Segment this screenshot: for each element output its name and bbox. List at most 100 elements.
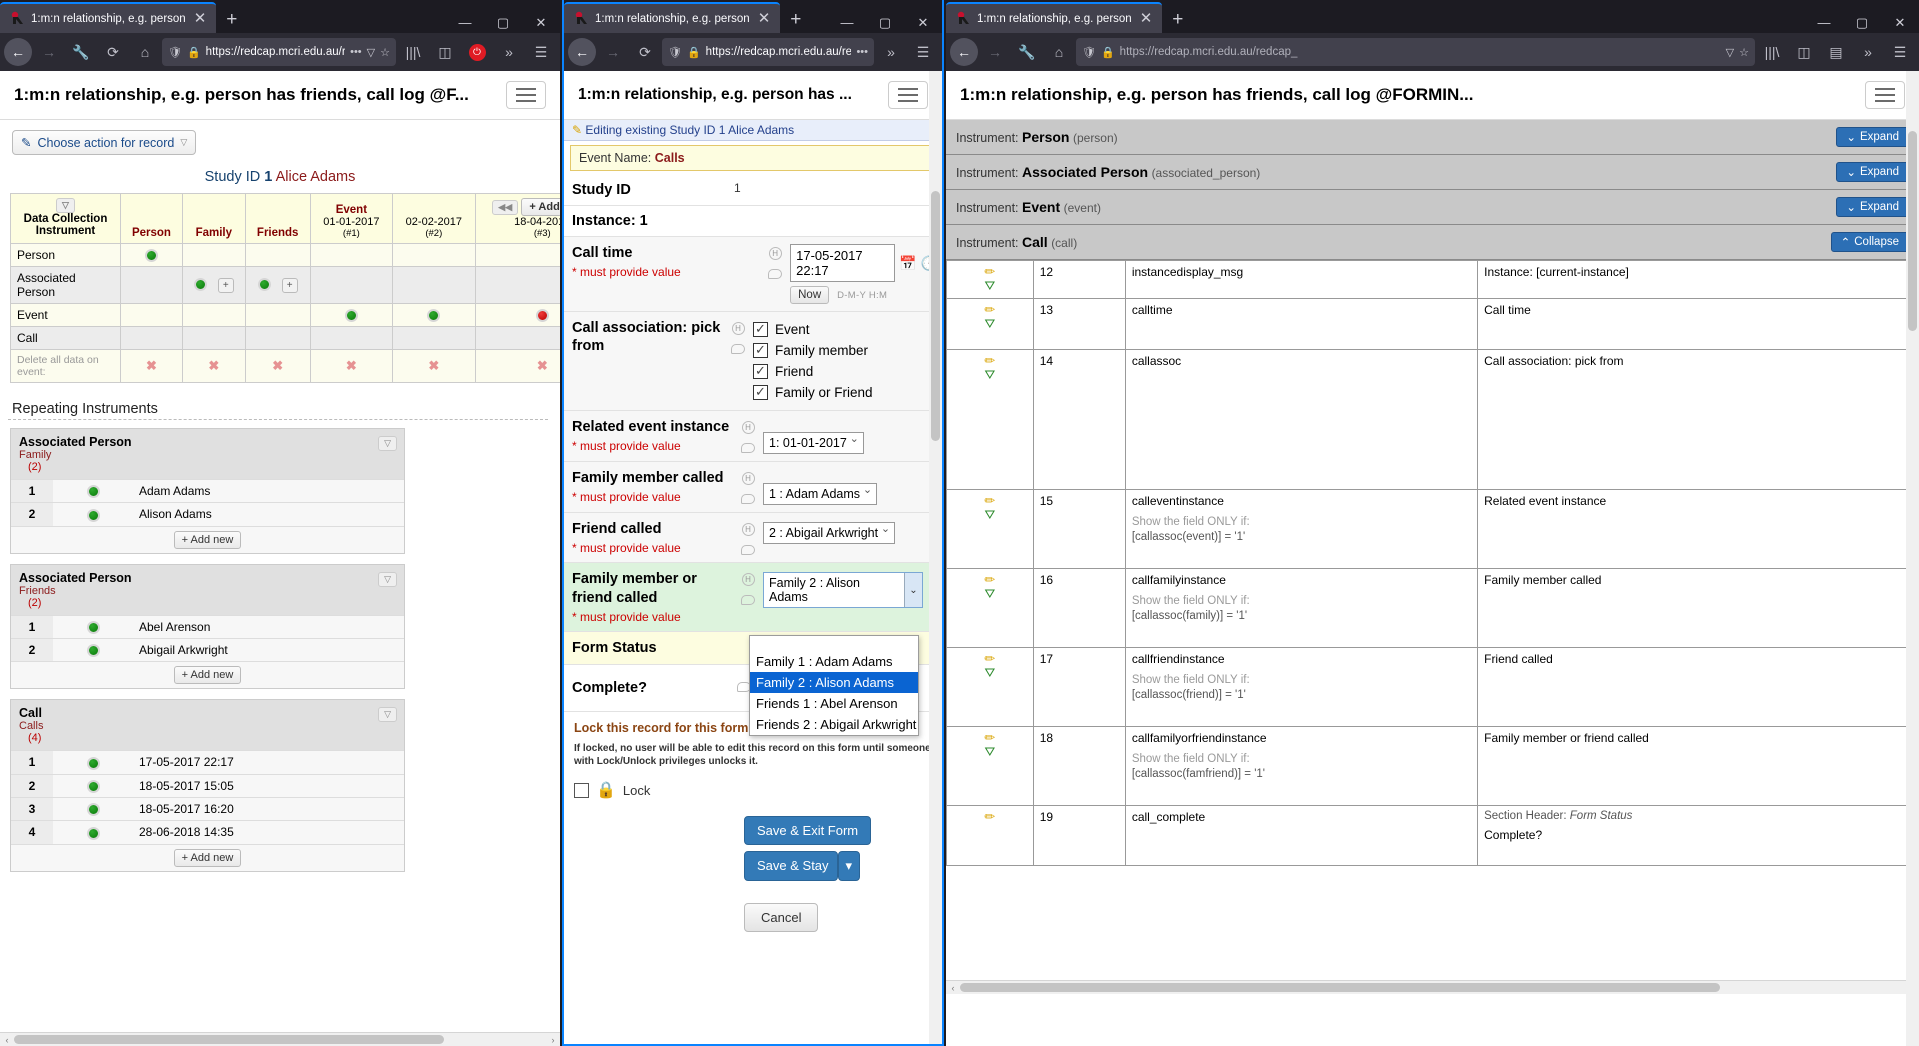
status-green-icon[interactable] [144,248,158,262]
family-or-friend-select[interactable]: Family 2 : Alison Adams ⌄ [763,572,923,609]
sidebar-icon[interactable]: ◫ [430,37,460,67]
row-actions[interactable]: ✏ ⛛ [946,297,1034,350]
menu-button[interactable] [506,81,546,109]
collapse-toggle-icon[interactable]: ▽ [378,571,397,587]
branching-logic-icon[interactable]: ⛛ [949,278,1031,293]
collapse-button[interactable]: ⌃ Collapse [1830,232,1909,252]
history-icon[interactable]: H [731,322,745,336]
comment-icon[interactable] [741,443,755,454]
vertical-scrollbar[interactable] [929,71,942,1044]
collapse-toggle-icon[interactable]: ▽ [378,707,397,723]
minimize-button[interactable]: — [446,16,484,29]
friend-called-select[interactable]: 2 : Abigail Arkwright [763,522,896,545]
branching-logic-icon[interactable]: ⛛ [949,367,1031,382]
save-and-stay-button[interactable]: Save & Stay [744,851,838,882]
tools-icon[interactable]: 🔧 [66,37,96,67]
address-bar[interactable]: 🛡 🔒 https://redcap.mcri.edu.au/red ••• ▽… [162,38,396,66]
expand-button[interactable]: ⌄ Expand [1836,127,1909,147]
new-tab-button[interactable]: + [780,10,811,33]
grid-cell[interactable] [474,303,560,327]
instance-value[interactable]: 18-05-2017 16:20 [133,796,404,821]
instance-status[interactable] [53,796,133,821]
comment-icon[interactable] [741,494,755,505]
instance-value[interactable]: Abigail Arkwright [133,637,404,662]
overflow-icon[interactable]: » [494,37,524,67]
close-icon[interactable]: ✕ [1138,11,1155,26]
instance-status[interactable] [53,478,133,503]
browser-tab[interactable]: 1:m:n relationship, e.g. person ✕ [564,2,781,33]
add-new-button[interactable]: + Add new [173,666,242,685]
cancel-button[interactable]: Cancel [744,903,819,933]
call-time-input[interactable]: 17-05-2017 22:17 [790,244,896,283]
minimize-button[interactable]: — [828,16,866,29]
menu-button[interactable] [888,81,928,109]
delete-cell[interactable]: ✖ [244,349,311,383]
address-bar[interactable]: 🛡 🔒 https://redcap.mcri.edu.au/redcap_ ▽… [1076,38,1755,66]
comment-icon[interactable] [768,269,783,280]
chevron-down-icon[interactable]: ⌄ [904,573,922,608]
pocket-icon[interactable]: ▽ [367,46,375,59]
checkbox-row[interactable]: Family member [753,340,938,361]
instance-value[interactable]: 28-06-2018 14:35 [133,820,404,845]
browser-tab[interactable]: 1:m:n relationship, e.g. person ✕ [0,2,217,33]
library-icon[interactable]: |||\ [1757,37,1787,67]
delete-icon[interactable]: ✖ [346,358,357,373]
instance-status[interactable] [53,750,133,775]
new-tab-button[interactable]: + [1162,10,1193,33]
back-icon[interactable]: ← [4,38,32,66]
expand-button[interactable]: ⌄ Expand [1836,162,1909,182]
status-green-icon[interactable] [86,620,100,634]
save-and-exit-button[interactable]: Save & Exit Form [744,816,872,846]
branching-logic-icon[interactable]: ⛛ [949,316,1031,331]
add-instance-button[interactable]: + [281,277,298,293]
row-actions[interactable]: ✏ ⛛ [946,725,1034,806]
row-actions[interactable]: ✏ [946,804,1034,866]
choose-action-for-record-button[interactable]: ✎ Choose action for record ▽ [12,130,197,155]
browser-tab[interactable]: 1:m:n relationship, e.g. person ✕ [946,2,1163,33]
branching-logic-icon[interactable]: ⛛ [949,665,1031,680]
collapse-toggle-icon[interactable]: ▽ [56,198,75,213]
row-actions[interactable]: ✏ ⛛ [946,567,1034,648]
forward-icon[interactable]: → [980,37,1010,67]
row-actions[interactable]: ✏ ⛛ [946,260,1034,299]
comment-icon[interactable] [741,545,755,556]
status-green-icon[interactable] [344,308,358,322]
add-new-event-button[interactable]: + Add new [521,198,560,216]
branching-logic-icon[interactable]: ⛛ [949,507,1031,522]
address-bar[interactable]: 🛡 🔒 https://redcap.mcri.edu.au/redc ••• [662,38,874,66]
delete-cell[interactable]: ✖ [474,349,560,383]
add-new-button[interactable]: + Add new [173,848,242,867]
status-green-multi-icon[interactable] [193,277,221,295]
grid-cell[interactable]: + [181,266,246,304]
overflow-icon[interactable]: » [876,37,906,67]
grid-cell[interactable]: + [244,266,311,304]
maximize-button[interactable]: ▢ [1843,16,1881,29]
instance-value[interactable]: 17-05-2017 22:17 [133,750,404,775]
instance-value[interactable]: Adam Adams [133,478,404,503]
family-called-select[interactable]: 1 : Adam Adams [763,483,878,506]
checkbox-row[interactable]: Family or Friend [753,382,938,403]
grid-cell[interactable] [309,303,394,327]
close-icon[interactable]: ✕ [192,11,209,26]
app-menu-icon[interactable]: ☰ [1885,37,1915,67]
home-icon[interactable]: ⌂ [1044,37,1074,67]
status-green-icon[interactable] [86,756,100,770]
page-actions-icon[interactable]: ••• [856,46,868,58]
back-icon[interactable]: ← [568,38,596,66]
delete-icon[interactable]: ✖ [537,358,548,373]
delete-icon[interactable]: ✖ [146,358,157,373]
scroll-left-arrow-icon[interactable]: ‹ [0,1035,14,1045]
maximize-button[interactable]: ▢ [866,16,904,29]
vertical-scrollbar[interactable] [1906,71,1919,1046]
pencil-icon[interactable]: ✏ [949,651,1031,666]
scrollbar-thumb[interactable] [1908,131,1917,331]
reload-icon[interactable]: ⟳ [630,37,660,67]
new-tab-button[interactable]: + [216,10,247,33]
delete-icon[interactable]: ✖ [208,358,219,373]
horizontal-scrollbar[interactable]: ‹ › [946,980,1919,994]
status-green-icon[interactable] [86,826,100,840]
status-green-icon[interactable] [86,644,100,658]
checkbox-family-member[interactable] [753,342,768,359]
pencil-icon[interactable]: ✏ [949,809,1031,824]
scroll-right-arrow-icon[interactable]: › [546,1035,560,1045]
